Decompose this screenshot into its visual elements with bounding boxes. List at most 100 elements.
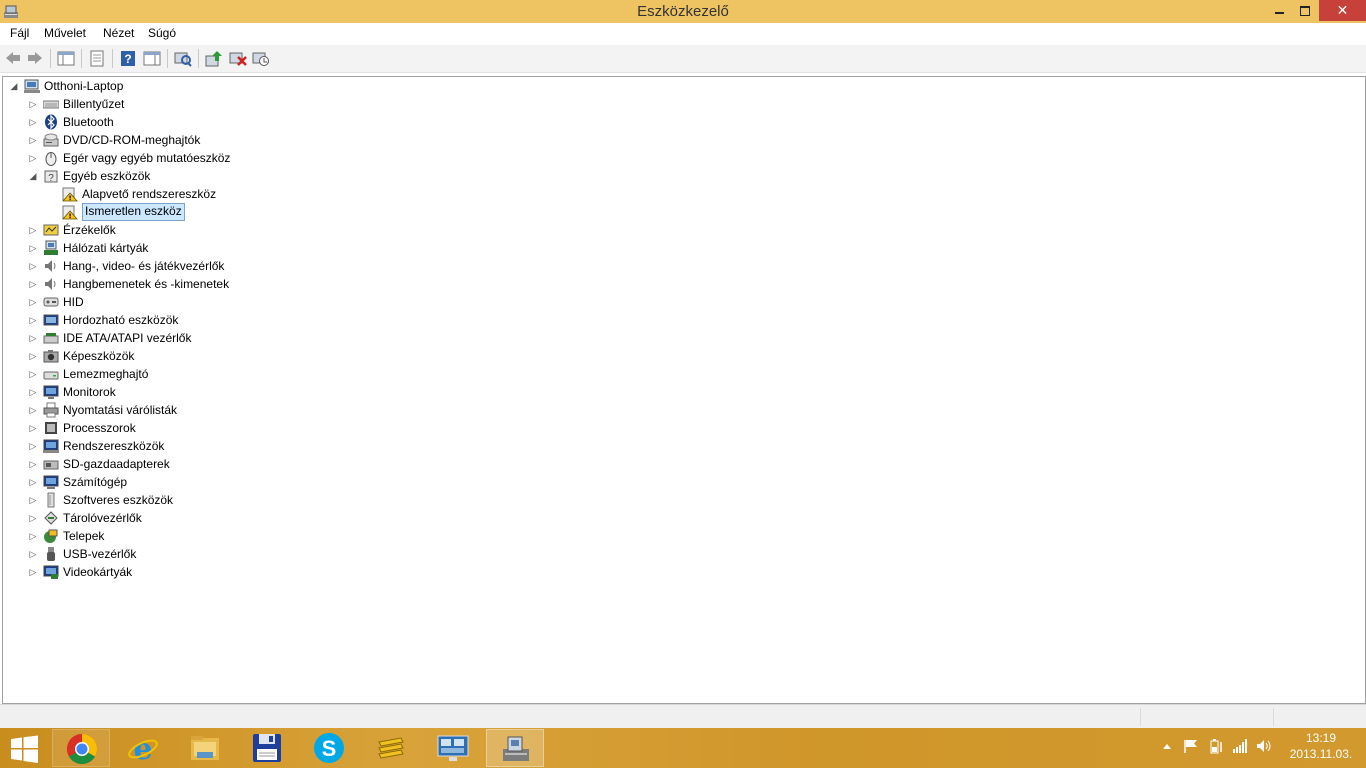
taskbar-clock[interactable]: 13:19 2013.11.03. xyxy=(1281,730,1361,762)
expand-arrow-icon[interactable]: ▷ xyxy=(28,221,38,239)
action-center-tray[interactable] xyxy=(1183,738,1199,757)
expand-arrow-icon[interactable]: ▷ xyxy=(28,257,38,275)
properties-button[interactable] xyxy=(88,50,106,67)
expand-arrow-icon[interactable]: ▷ xyxy=(28,329,38,347)
uninstall-device-button[interactable] xyxy=(229,50,247,67)
tree-category[interactable]: ▷ Érzékelők xyxy=(3,221,1353,239)
taskbar-remote-desktop[interactable] xyxy=(424,729,482,767)
tree-category[interactable]: ▷ Hálózati kártyák xyxy=(3,239,1353,257)
tree-category[interactable]: ◢? Egyéb eszközök xyxy=(3,167,1353,185)
taskbar-chrome[interactable] xyxy=(52,729,110,767)
expand-arrow-icon[interactable]: ▷ xyxy=(28,491,38,509)
menu-action[interactable]: Művelet xyxy=(44,26,86,40)
tree-category[interactable]: ▷ Hang-, video- és játékvezérlők xyxy=(3,257,1353,275)
expand-arrow-icon[interactable]: ▷ xyxy=(28,275,38,293)
tree-device[interactable]: Alapvető rendszereszköz xyxy=(3,185,1353,203)
expand-arrow-icon[interactable]: ▷ xyxy=(28,509,38,527)
tree-item-label: Monitorok xyxy=(63,385,116,399)
taskbar-internet-explorer[interactable]: e xyxy=(114,729,172,767)
taskbar-save-app[interactable] xyxy=(238,729,296,767)
tree-item-label: Képeszközök xyxy=(63,349,135,363)
tree-category[interactable]: ▷ USB-vezérlők xyxy=(3,545,1353,563)
tree-category[interactable]: ▷ Videokártyák xyxy=(3,563,1353,581)
menu-view[interactable]: Nézet xyxy=(103,26,134,40)
power-tray[interactable] xyxy=(1208,738,1224,757)
tree-category[interactable]: ▷ Lemezmeghajtó xyxy=(3,365,1353,383)
volume-tray[interactable] xyxy=(1256,738,1272,757)
expand-arrow-icon[interactable]: ▷ xyxy=(28,419,38,437)
back-button[interactable] xyxy=(4,50,22,67)
expand-arrow-icon[interactable]: ▷ xyxy=(28,131,38,149)
expand-arrow-icon[interactable]: ▷ xyxy=(28,401,38,419)
expand-arrow-icon[interactable]: ▷ xyxy=(28,455,38,473)
expand-arrow-icon[interactable]: ▷ xyxy=(28,383,38,401)
tree-category[interactable]: ▷ Hordozható eszközök xyxy=(3,311,1353,329)
tree-category[interactable]: ▷ Bluetooth xyxy=(3,113,1353,131)
expand-arrow-icon[interactable]: ▷ xyxy=(28,113,38,131)
expand-arrow-icon[interactable]: ▷ xyxy=(28,95,38,113)
scan-hardware-button[interactable] xyxy=(174,50,192,67)
expand-arrow-icon[interactable]: ▷ xyxy=(28,239,38,257)
show-hidden-icons-button[interactable] xyxy=(1162,738,1172,757)
update-driver-button[interactable] xyxy=(205,50,223,67)
minimize-button[interactable] xyxy=(1266,0,1292,21)
status-pane xyxy=(1140,708,1273,726)
restore-button[interactable] xyxy=(1292,0,1318,21)
taskbar-file-explorer[interactable] xyxy=(176,729,234,767)
tree-category[interactable]: ▷ Telepek xyxy=(3,527,1353,545)
network-tray[interactable] xyxy=(1232,738,1248,757)
tree-category[interactable]: ▷ SD-gazdaadapterek xyxy=(3,455,1353,473)
tree-category[interactable]: ▷ Rendszereszközök xyxy=(3,437,1353,455)
expand-arrow-icon[interactable]: ▷ xyxy=(28,545,38,563)
menu-file[interactable]: Fájl xyxy=(10,26,29,40)
expand-arrow-icon[interactable]: ▷ xyxy=(28,563,38,581)
tree-item-label: Tárolóvezérlők xyxy=(63,511,142,525)
expand-arrow-icon[interactable]: ▷ xyxy=(28,347,38,365)
tree-category[interactable]: ▷ Szoftveres eszközök xyxy=(3,491,1353,509)
tree-category[interactable]: ▷ Hangbemenetek és -kimenetek xyxy=(3,275,1353,293)
tree-category[interactable]: ▷ IDE ATA/ATAPI vezérlők xyxy=(3,329,1353,347)
expand-arrow-icon[interactable]: ▷ xyxy=(28,311,38,329)
tree-category[interactable]: ▷ Tárolóvezérlők xyxy=(3,509,1353,527)
show-hide-console-tree-button[interactable] xyxy=(57,50,75,67)
tree-category[interactable]: ▷ Monitorok xyxy=(3,383,1353,401)
tree-category[interactable]: ▷ Billentyűzet xyxy=(3,95,1353,113)
action-pane-button[interactable] xyxy=(143,50,161,67)
start-button[interactable] xyxy=(0,729,50,767)
disable-device-button[interactable] xyxy=(252,50,270,67)
tree-item-label: DVD/CD-ROM-meghajtók xyxy=(63,133,201,147)
tree-item-label: Hang-, video- és játékvezérlők xyxy=(63,259,225,273)
expand-arrow-icon[interactable]: ▷ xyxy=(28,149,38,167)
tree-category[interactable]: ▷ Egér vagy egyéb mutatóeszköz xyxy=(3,149,1353,167)
collapse-arrow-icon[interactable]: ◢ xyxy=(28,167,38,185)
computer-root-icon xyxy=(24,78,40,94)
taskbar-paper-app[interactable] xyxy=(362,729,420,767)
tree-category[interactable]: ▷ HID xyxy=(3,293,1353,311)
tree-root-computer[interactable]: ◢ Otthoni-Laptop xyxy=(3,77,1353,95)
forward-button[interactable] xyxy=(26,50,44,67)
chevron-up-icon xyxy=(1163,744,1171,749)
svg-text:S: S xyxy=(322,736,337,761)
expand-arrow-icon[interactable]: ▷ xyxy=(28,527,38,545)
tree-category[interactable]: ▷ Nyomtatási várólisták xyxy=(3,401,1353,419)
help-button[interactable]: ? xyxy=(119,50,137,67)
menu-help[interactable]: Súgó xyxy=(148,26,176,40)
folder-icon xyxy=(191,736,219,760)
expand-arrow-icon[interactable]: ▷ xyxy=(28,473,38,491)
expand-arrow-icon[interactable]: ▷ xyxy=(28,437,38,455)
tree-category[interactable]: ▷ Képeszközök xyxy=(3,347,1353,365)
device-tree[interactable]: ◢ Otthoni-Laptop ▷ Billentyűzet ▷ Bluetooth ▷ D… xyxy=(2,76,1366,704)
expand-arrow-icon[interactable]: ▷ xyxy=(28,365,38,383)
menu-bar: Fájl Művelet Nézet Súgó xyxy=(0,23,1366,45)
tree-device[interactable]: Ismeretlen eszköz xyxy=(3,203,1353,221)
tree-category[interactable]: ▷ DVD/CD-ROM-meghajtók xyxy=(3,131,1353,149)
expand-arrow-icon[interactable]: ▷ xyxy=(28,293,38,311)
collapse-arrow-icon[interactable]: ◢ xyxy=(9,77,19,95)
close-button[interactable]: ✕ xyxy=(1319,0,1366,21)
tree-category[interactable]: ▷ Processzorok xyxy=(3,419,1353,437)
taskbar-device-manager[interactable] xyxy=(486,729,544,767)
tree-category[interactable]: ▷ Számítógép xyxy=(3,473,1353,491)
tree-item-label: Szoftveres eszközök xyxy=(63,493,174,507)
taskbar-skype[interactable]: S xyxy=(300,729,358,767)
status-bar xyxy=(0,704,1366,729)
